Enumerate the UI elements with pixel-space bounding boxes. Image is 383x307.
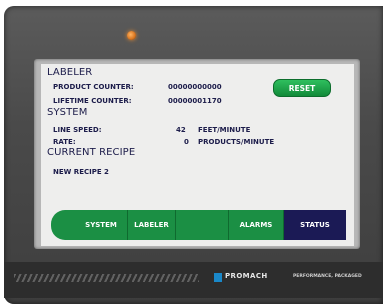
tab-system[interactable]: SYSTEM [75, 210, 128, 240]
current-recipe-header: CURRENT RECIPE [47, 147, 136, 158]
product-counter-value: 00000000000 [168, 83, 222, 91]
rate-value: 0 [184, 138, 189, 146]
hmi-screen: LABELER PRODUCT COUNTER: 00000000000 LIF… [41, 64, 354, 246]
line-speed-unit: FEET/MINUTE [198, 126, 251, 134]
brand-tagline: PERFORMANCE, PACKAGED [293, 274, 362, 279]
lifetime-counter-value: 00000001170 [168, 97, 222, 105]
brand-name: PROMACH [225, 272, 268, 280]
rate-label: RATE: [53, 138, 76, 146]
indicator-light-icon [127, 31, 136, 40]
rate-unit: PRODUCTS/MINUTE [198, 138, 275, 146]
labeler-section-header: LABELER [47, 67, 93, 78]
lifetime-counter-label: LIFETIME COUNTER: [53, 97, 132, 105]
recipe-name: NEW RECIPE 2 [53, 168, 109, 176]
promach-logo-icon [214, 273, 222, 282]
line-speed-value: 42 [176, 126, 186, 134]
tab-blank[interactable] [176, 210, 229, 240]
line-speed-label: LINE SPEED: [53, 126, 102, 134]
tab-status[interactable]: STATUS [284, 210, 346, 240]
system-section-header: SYSTEM [47, 107, 88, 118]
tab-labeler[interactable]: LABELER [128, 210, 176, 240]
product-counter-label: PRODUCT COUNTER: [53, 83, 134, 91]
tab-alarms[interactable]: ALARMS [229, 210, 284, 240]
bottom-tab-bar: SYSTEM LABELER ALARMS STATUS [51, 210, 346, 240]
decorative-hatch [14, 274, 199, 282]
tab-spacer [51, 210, 75, 240]
reset-button[interactable]: RESET [273, 79, 331, 97]
